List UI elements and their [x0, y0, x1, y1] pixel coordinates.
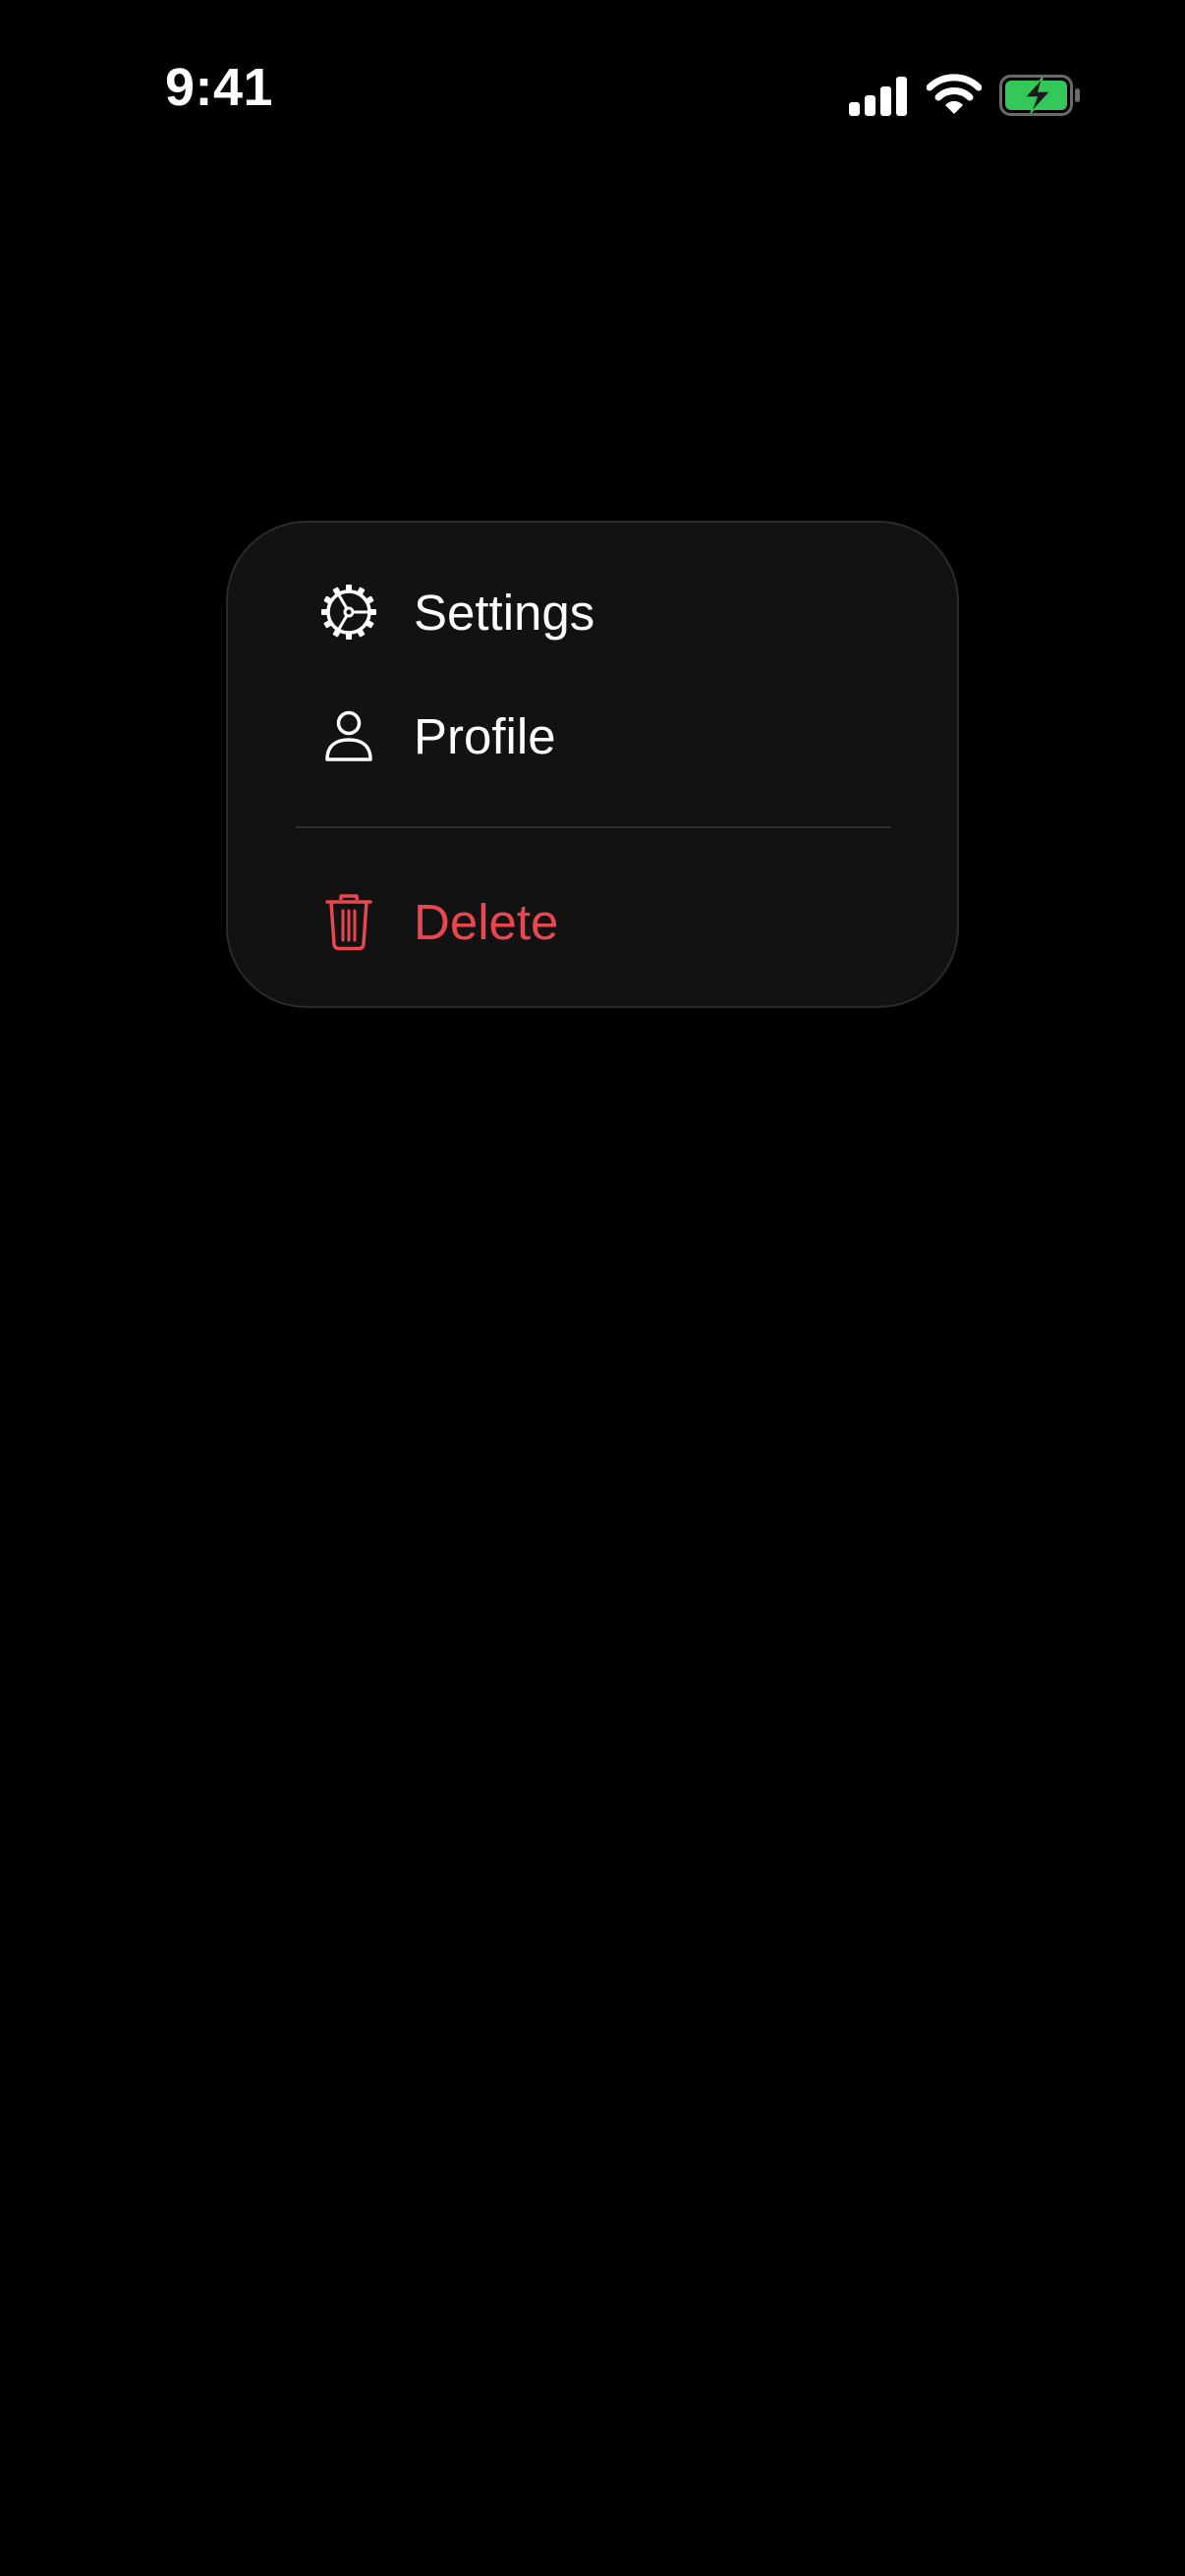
cellular-signal-icon: [849, 77, 907, 116]
profile-label: Profile: [414, 707, 556, 764]
status-bar: 9:41: [0, 0, 1185, 196]
delete-label: Delete: [414, 893, 559, 950]
context-menu: Settings Profile Delete: [226, 521, 959, 1008]
menu-item-delete[interactable]: Delete: [228, 868, 957, 976]
menu-item-profile[interactable]: Profile: [228, 682, 957, 790]
wifi-icon: [927, 74, 982, 114]
trash-icon: [313, 886, 384, 957]
menu-divider: [296, 826, 890, 828]
settings-label: Settings: [414, 584, 595, 641]
gear-icon: [313, 577, 384, 647]
battery-charging-icon: [999, 75, 1080, 116]
person-icon: [313, 700, 384, 771]
status-time: 9:41: [165, 58, 274, 117]
menu-item-settings[interactable]: Settings: [228, 558, 957, 666]
